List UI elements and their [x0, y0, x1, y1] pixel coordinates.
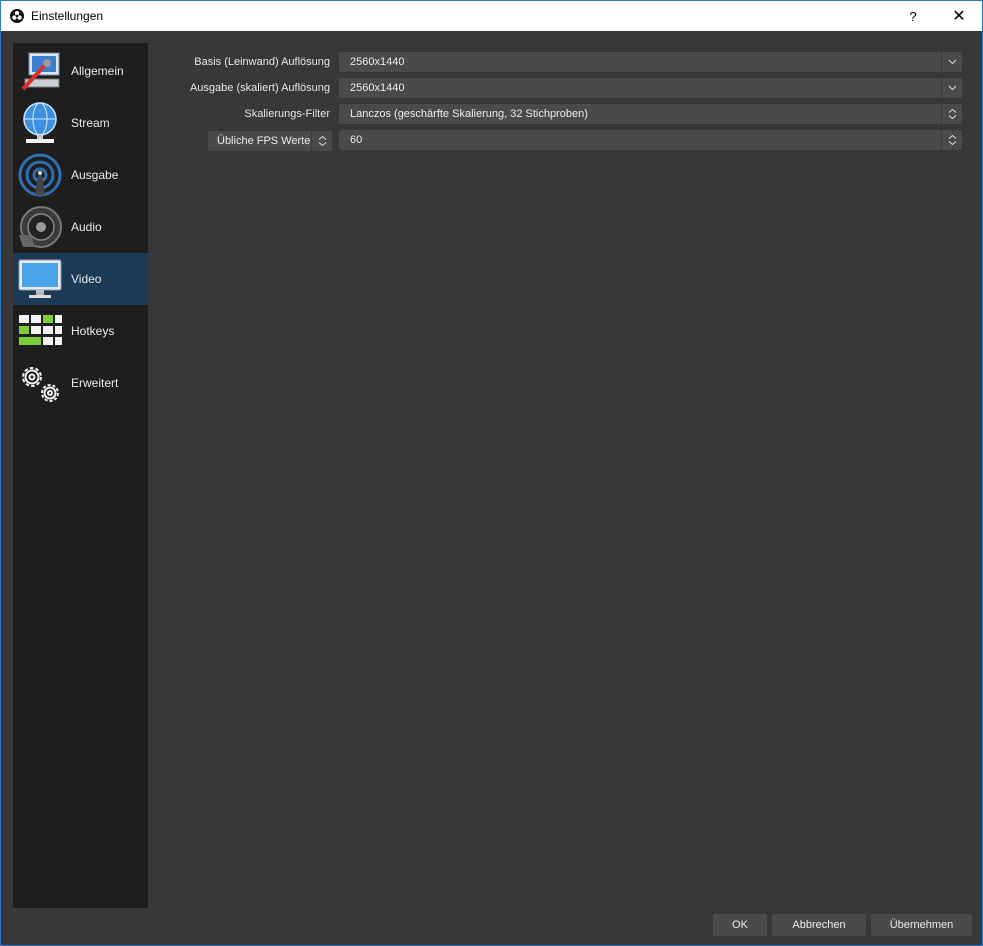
broadcast-antenna-icon [18, 153, 62, 197]
sidebar-item-label: Hotkeys [71, 324, 115, 338]
globe-stream-icon [23, 102, 57, 143]
sidebar-item-erweitert[interactable]: Erweitert [13, 357, 148, 409]
scale-filter-label: Skalierungs-Filter [244, 108, 330, 120]
settings-sidebar: Allgemein Stream Ausgabe Audio Video Hot… [13, 43, 148, 908]
keyboard-icon [19, 315, 62, 345]
speaker-icon [19, 206, 62, 248]
general-settings-icon [21, 52, 60, 91]
base-resolution-combo[interactable]: 2560x1440 [339, 52, 962, 72]
cancel-button[interactable]: Abbrechen [772, 914, 866, 936]
help-button[interactable]: ? [890, 1, 936, 31]
sidebar-item-label: Allgemein [71, 64, 124, 78]
base-resolution-label: Basis (Leinwand) Auflösung [194, 56, 330, 68]
sidebar-item-allgemein[interactable]: Allgemein [13, 45, 148, 97]
close-button[interactable]: ✕ [936, 1, 982, 31]
output-resolution-value: 2560x1440 [350, 82, 405, 94]
sidebar-item-video[interactable]: Video [13, 253, 148, 305]
sidebar-item-label: Erweitert [71, 376, 119, 390]
fps-type-select[interactable]: Übliche FPS Werte [208, 131, 332, 151]
updown-arrows-icon[interactable] [941, 104, 962, 124]
output-resolution-combo[interactable]: 2560x1440 [339, 78, 962, 98]
title-bar: Einstellungen ? ✕ [1, 1, 982, 31]
updown-arrows-icon[interactable] [311, 131, 332, 151]
fps-value: 60 [350, 134, 363, 146]
updown-arrows-icon[interactable] [941, 130, 962, 150]
sidebar-item-audio[interactable]: Audio [13, 201, 148, 253]
apply-button[interactable]: Übernehmen [871, 914, 972, 936]
scale-filter-value: Lanczos (geschärfte Skalierung, 32 Stich… [350, 108, 588, 120]
scale-filter-select[interactable]: Lanczos (geschärfte Skalierung, 32 Stich… [339, 104, 962, 124]
fps-value-select[interactable]: 60 [339, 130, 962, 150]
base-resolution-value: 2560x1440 [350, 56, 405, 68]
sidebar-item-label: Stream [71, 116, 110, 130]
sidebar-item-hotkeys[interactable]: Hotkeys [13, 305, 148, 357]
sidebar-item-label: Audio [71, 220, 102, 234]
output-resolution-label: Ausgabe (skaliert) Auflösung [189, 82, 330, 94]
sidebar-item-stream[interactable]: Stream [13, 97, 148, 149]
ok-button[interactable]: OK [713, 914, 767, 936]
obs-logo-icon [10, 9, 24, 23]
monitor-icon [18, 259, 62, 298]
fps-type-value: Übliche FPS Werte [217, 135, 311, 147]
sidebar-item-label: Video [71, 272, 102, 286]
chevron-down-icon[interactable] [941, 78, 962, 98]
chevron-down-icon[interactable] [941, 52, 962, 72]
window-title: Einstellungen [31, 9, 104, 23]
settings-window: Einstellungen ? ✕ Allgemein Stream Ausga… [0, 0, 983, 946]
gears-icon [22, 367, 59, 402]
sidebar-item-label: Ausgabe [71, 168, 119, 182]
sidebar-item-ausgabe[interactable]: Ausgabe [13, 149, 148, 201]
